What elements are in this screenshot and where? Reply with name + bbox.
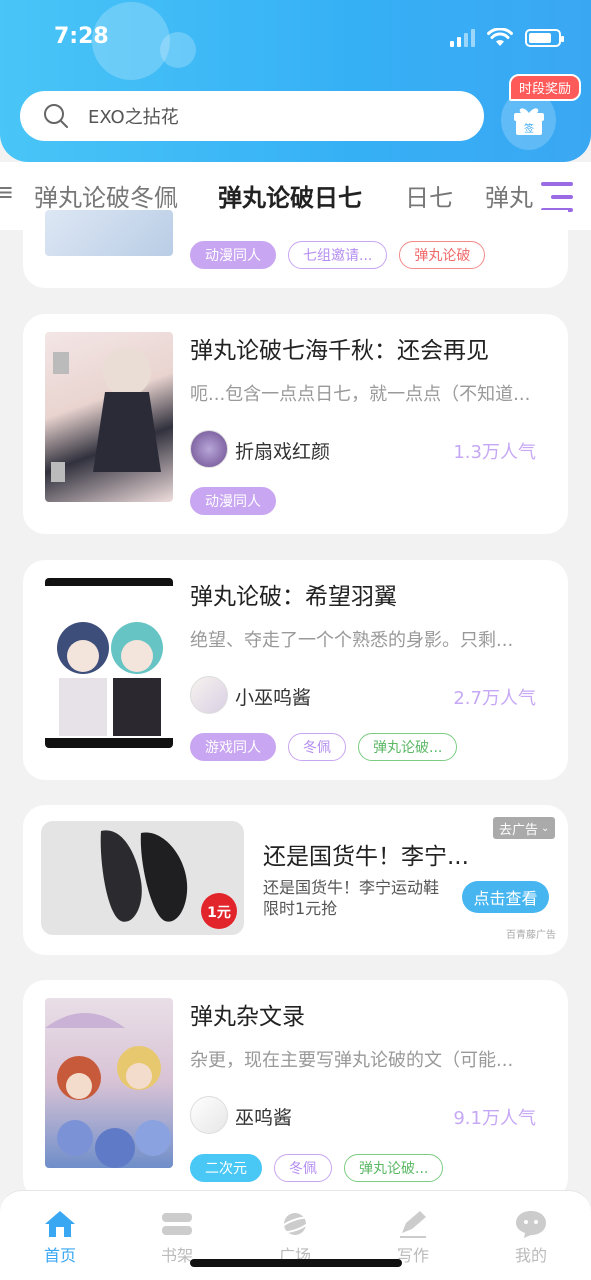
book-card[interactable]: 弹丸杂文录 杂更，现在主要写弹丸论破的文（可能... 巫呜酱 9.1万人气 二次…	[23, 980, 568, 1200]
home-icon	[45, 1211, 75, 1237]
ad-view-button[interactable]: 点击查看	[462, 881, 549, 913]
avatar[interactable]	[190, 1096, 228, 1134]
wifi-icon	[487, 28, 513, 46]
signal-icon	[450, 29, 475, 47]
cover-art	[45, 578, 173, 748]
nav-home[interactable]: 首页	[20, 1209, 100, 1266]
tab-menu-icon[interactable]	[541, 182, 573, 212]
tab-previous-partial[interactable]: ≡	[0, 178, 14, 206]
nav-label: 首页	[43, 1246, 76, 1265]
tag[interactable]: 冬佩	[274, 1154, 332, 1182]
tag-list: 动漫同人 七组邀请... 弹丸论破	[190, 241, 486, 269]
tag-list: 动漫同人	[190, 487, 276, 515]
pencil-icon	[400, 1211, 426, 1238]
gift-icon: 签	[513, 108, 544, 135]
home-indicator	[190, 1259, 402, 1267]
search-input[interactable]: EXO之拈花	[20, 91, 484, 141]
author-name[interactable]: 折扇戏红颜	[235, 437, 330, 464]
tag[interactable]: 游戏同人	[190, 733, 276, 761]
ad-card[interactable]: 1元 还是国货牛！李宁... 还是国货牛！李宁运动鞋限时1元抢 点击查看 去广告…	[23, 805, 568, 955]
tag-list: 游戏同人 冬佩 弹丸论破...	[190, 733, 458, 761]
tag[interactable]: 二次元	[190, 1154, 262, 1182]
book-title[interactable]: 弹丸论破七海千秋：还会再见	[190, 331, 489, 365]
book-cover	[45, 210, 173, 256]
reward-badge[interactable]: 时段奖励	[508, 74, 581, 101]
popularity-count: 1.3万人气	[453, 442, 536, 463]
cover-art	[51, 348, 161, 482]
tag[interactable]: 七组邀请...	[288, 241, 388, 269]
tag-list: 二次元 冬佩 弹丸论破...	[190, 1154, 444, 1182]
search-placeholder: EXO之拈花	[88, 107, 179, 128]
nav-write[interactable]: 写作	[373, 1209, 453, 1266]
tag[interactable]: 动漫同人	[190, 241, 276, 269]
svg-text:1元: 1元	[207, 905, 231, 921]
book-card[interactable]: 动漫同人 七组邀请... 弹丸论破	[23, 210, 568, 288]
book-title[interactable]: 弹丸杂文录	[190, 997, 305, 1031]
tab-dangan-touhei[interactable]: 弹丸论破冬佩	[34, 178, 178, 213]
status-icons	[450, 28, 564, 48]
popularity-count: 9.1万人气	[453, 1108, 536, 1129]
ad-image[interactable]: 1元	[41, 821, 244, 935]
nav-label: 我的	[514, 1246, 547, 1265]
tag[interactable]: 弹丸论破	[399, 241, 486, 269]
tab-dangan-partial[interactable]: 弹丸	[485, 178, 533, 213]
remove-ad-button[interactable]: 去广告 ⌄	[493, 817, 556, 839]
shoe-image: 1元	[100, 830, 237, 929]
ad-title[interactable]: 还是国货牛！李宁...	[263, 837, 469, 871]
tab-hinata-nanami[interactable]: 日七	[405, 178, 453, 213]
author-name[interactable]: 巫呜酱	[235, 1103, 292, 1130]
tag[interactable]: 弹丸论破...	[344, 1154, 444, 1182]
tag[interactable]: 动漫同人	[190, 487, 276, 515]
remove-ad-label: 去广告	[499, 822, 539, 838]
battery-icon	[525, 29, 564, 47]
ad-source: 百青藤广告	[506, 930, 556, 941]
book-description: 绝望、夺走了一个个熟悉的身影。只剩...	[190, 630, 514, 651]
cover-art	[45, 1013, 171, 1168]
nav-bookshelf[interactable]: 书架	[137, 1209, 217, 1266]
header: 7:28 EXO之拈花 签	[0, 0, 591, 162]
tab-dangan-hinata-nanami[interactable]: 弹丸论破日七	[218, 178, 362, 213]
bubble-decoration	[160, 32, 196, 68]
nav-square[interactable]: 广场	[255, 1209, 335, 1266]
book-cover	[45, 998, 173, 1168]
chevron-down-icon: ⌄	[541, 822, 550, 834]
nav-label: 书架	[160, 1246, 193, 1265]
author-name[interactable]: 小巫呜酱	[235, 683, 311, 710]
chat-face-icon	[516, 1211, 546, 1238]
search-icon	[44, 104, 68, 128]
bookshelf-icon	[162, 1213, 192, 1235]
ad-description: 还是国货牛！李宁运动鞋限时1元抢	[263, 878, 440, 918]
book-card[interactable]: 弹丸论破七海千秋：还会再见 呃...包含一点点日七，就一点点（不知道... 折扇…	[23, 314, 568, 534]
avatar[interactable]	[190, 430, 228, 468]
book-description: 呃...包含一点点日七，就一点点（不知道...	[190, 384, 531, 405]
tag[interactable]: 冬佩	[288, 733, 346, 761]
book-title[interactable]: 弹丸论破：希望羽翼	[190, 577, 397, 611]
nav-profile[interactable]: 我的	[491, 1209, 571, 1266]
book-description: 杂更，现在主要写弹丸论破的文（可能...	[190, 1050, 514, 1071]
status-time: 7:28	[54, 24, 109, 49]
book-cover	[45, 332, 173, 502]
book-cover	[45, 578, 173, 748]
book-card[interactable]: 弹丸论破：希望羽翼 绝望、夺走了一个个熟悉的身影。只剩... 小巫呜酱 2.7万…	[23, 560, 568, 780]
popularity-count: 2.7万人气	[453, 688, 536, 709]
avatar[interactable]	[190, 676, 228, 714]
svg-text:签: 签	[524, 122, 534, 135]
tag[interactable]: 弹丸论破...	[358, 733, 458, 761]
planet-icon	[278, 1213, 312, 1235]
